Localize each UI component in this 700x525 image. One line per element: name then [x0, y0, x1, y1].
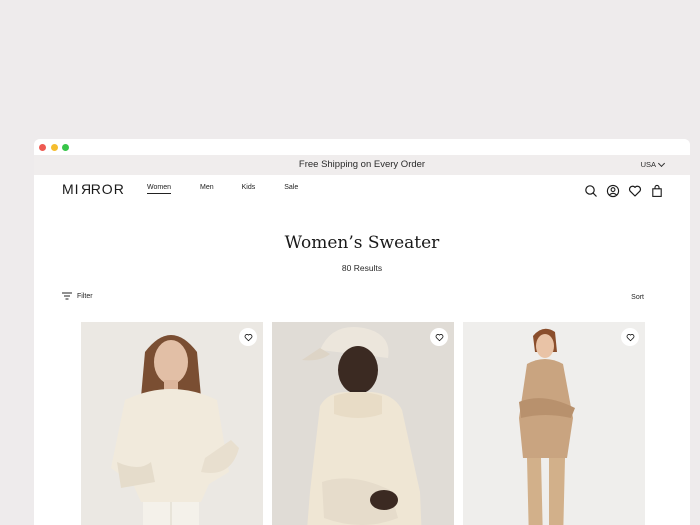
heart-icon — [626, 333, 634, 341]
account-icon[interactable] — [606, 184, 620, 198]
main-navbar: MIRROR Women Men Kids Sale — [34, 175, 690, 209]
heart-icon — [244, 333, 252, 341]
favorite-button[interactable] — [621, 328, 639, 346]
brand-logo[interactable]: MIRROR — [62, 181, 125, 197]
filter-icon — [62, 292, 72, 300]
country-selector[interactable]: USA — [640, 159, 666, 169]
product-grid — [81, 322, 645, 525]
minimize-window-button[interactable] — [51, 144, 58, 151]
filter-button[interactable]: Filter — [62, 292, 93, 300]
promo-bar: Free Shipping on Every Order USA — [34, 155, 690, 175]
product-image — [272, 322, 454, 525]
favorite-button[interactable] — [430, 328, 448, 346]
chevron-down-icon — [657, 159, 666, 167]
product-image — [81, 322, 263, 525]
filter-label: Filter — [77, 292, 93, 300]
window-titlebar — [34, 139, 690, 155]
maximize-window-button[interactable] — [62, 144, 69, 151]
favorite-button[interactable] — [239, 328, 257, 346]
promo-message: Free Shipping on Every Order — [298, 159, 426, 170]
nav-item-sale[interactable]: Sale — [284, 184, 298, 194]
nav-item-women[interactable]: Women — [147, 184, 171, 194]
close-window-button[interactable] — [39, 144, 46, 151]
header-icons — [584, 184, 664, 198]
page-title: Women’s Sweater — [284, 233, 440, 253]
sort-button[interactable]: Sort — [631, 294, 644, 301]
primary-nav: Women Men Kids Sale — [147, 184, 298, 194]
browser-window: Free Shipping on Every Order USA MIRROR … — [34, 139, 690, 525]
logo-part: MI — [62, 181, 80, 197]
results-count: 80 Results — [341, 263, 383, 273]
nav-item-men[interactable]: Men — [200, 184, 214, 194]
product-card[interactable] — [81, 322, 263, 525]
product-card[interactable] — [463, 322, 645, 525]
product-card[interactable] — [272, 322, 454, 525]
logo-part-reversed: R — [79, 181, 91, 197]
country-label: USA — [640, 160, 656, 169]
product-image — [463, 322, 645, 525]
nav-item-kids[interactable]: Kids — [242, 184, 256, 194]
wishlist-icon[interactable] — [628, 184, 642, 198]
search-icon[interactable] — [584, 184, 598, 198]
bag-icon[interactable] — [650, 184, 664, 198]
heart-icon — [435, 333, 443, 341]
logo-part: ROR — [90, 181, 125, 197]
